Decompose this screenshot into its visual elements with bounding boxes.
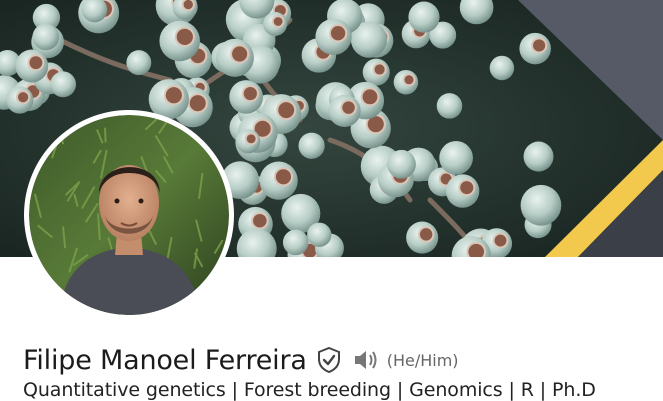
profile-pronouns: (He/Him) [386, 350, 459, 370]
verified-shield-icon[interactable] [317, 346, 341, 374]
profile-name: Filipe Manoel Ferreira [23, 344, 307, 376]
profile-name-row: Filipe Manoel Ferreira (He/Him) [23, 340, 459, 380]
speaker-icon[interactable] [353, 349, 381, 371]
avatar-photo [29, 115, 229, 315]
profile-headline: Quantitative genetics | Forest breeding … [23, 379, 596, 401]
profile-avatar[interactable] [24, 110, 234, 320]
